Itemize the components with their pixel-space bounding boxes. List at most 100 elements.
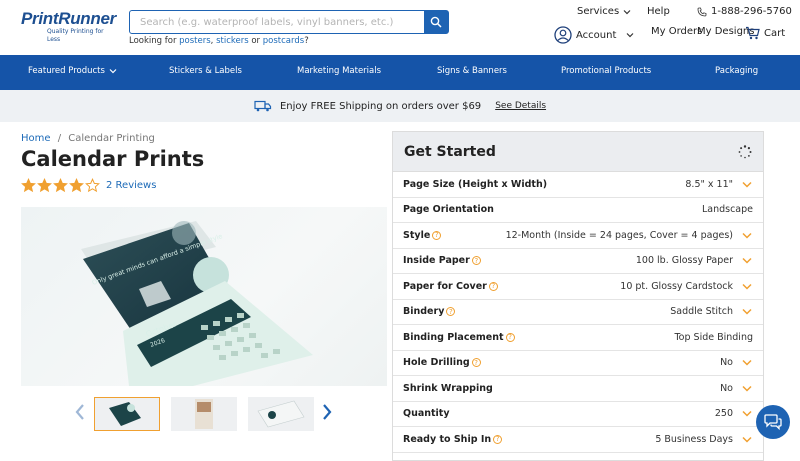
dropdown-chevron[interactable] [741, 308, 753, 315]
option-value[interactable]: No [720, 357, 733, 368]
search-suggestions: Looking for posters, stickers or postcar… [129, 36, 309, 46]
chevron-down-icon [742, 309, 752, 315]
breadcrumb-current: Calendar Printing [68, 133, 155, 144]
chevron-down-icon [742, 436, 752, 443]
suggestion-posters[interactable]: posters [179, 36, 211, 46]
option-row[interactable]: Inside Paper? 100 lb. Glossy Paper [393, 249, 763, 274]
chat-button[interactable] [756, 405, 790, 439]
breadcrumb: Home / Calendar Printing [21, 133, 155, 144]
help-icon[interactable]: ? [488, 281, 498, 291]
option-label: Hole Drilling? [403, 357, 481, 368]
search-bar [129, 10, 449, 34]
option-row: Page Orientation Landscape [393, 198, 763, 223]
option-row[interactable]: Quantity 250 [393, 402, 763, 427]
help-icon[interactable]: ? [493, 434, 503, 444]
option-value[interactable]: 12-Month (Inside = 24 pages, Cover = 4 p… [506, 230, 733, 241]
help-icon[interactable]: ? [505, 332, 515, 342]
chevron-down-icon [742, 232, 752, 239]
option-value[interactable]: 8.5" x 11" [685, 179, 733, 190]
star-filled-icon [21, 178, 36, 193]
chevron-down-icon [742, 411, 752, 417]
option-value: Top Side Binding [674, 331, 753, 343]
services-menu[interactable]: Services [577, 6, 631, 17]
option-row[interactable]: Ready to Ship In? 5 Business Days [393, 427, 763, 453]
chevron-down-icon [742, 360, 752, 366]
option-row[interactable]: Bindery? Saddle Stitch [393, 300, 763, 325]
my-orders-link[interactable]: My Orders [651, 26, 702, 37]
option-value[interactable]: No [720, 383, 733, 394]
page-title: Calendar Prints [21, 147, 205, 171]
help-icon[interactable]: ? [432, 230, 442, 240]
dropdown-chevron[interactable] [741, 283, 753, 290]
cart-link[interactable]: Cart [745, 26, 785, 40]
chevron-down-icon [742, 181, 752, 188]
option-row[interactable]: Paper for Cover? 10 pt. Glossy Cardstock [393, 274, 763, 300]
nav-featured-products[interactable]: Featured Products [28, 66, 117, 76]
see-details-link[interactable]: See Details [495, 101, 546, 111]
dropdown-chevron[interactable] [741, 410, 753, 417]
dropdown-chevron[interactable] [741, 385, 753, 392]
thumbnail-3[interactable] [248, 397, 314, 431]
chevron-right-icon [323, 404, 332, 420]
help-icon[interactable]: ? [471, 256, 481, 266]
option-list: Page Size (Height x Width) 8.5" x 11" Page… [393, 172, 763, 453]
chevron-down-icon [742, 258, 752, 264]
thumbnail-2[interactable] [171, 397, 237, 431]
option-label: Page Size (Height x Width) [403, 178, 548, 190]
option-label: Paper for Cover? [403, 281, 498, 292]
reviews-link[interactable]: 2 Reviews [106, 180, 156, 191]
option-row[interactable]: Page Size (Height x Width) 8.5" x 11" [393, 172, 763, 198]
option-value[interactable]: Saddle Stitch [670, 306, 733, 317]
nav-signs-banners[interactable]: Signs & Banners [437, 66, 507, 76]
phone-link[interactable]: 1-888-296-5760 [697, 6, 792, 17]
shipping-promo-bar: Enjoy FREE Shipping on orders over $69 S… [0, 90, 800, 122]
option-label: Quantity [403, 408, 450, 420]
option-value[interactable]: 250 [715, 408, 733, 419]
truck-icon [254, 100, 272, 112]
configurator-title: Get Started [404, 143, 496, 160]
nav-promotional-products[interactable]: Promotional Products [561, 66, 651, 76]
option-row[interactable]: Style? 12-Month (Inside = 24 pages, Cover… [393, 223, 763, 249]
breadcrumb-home[interactable]: Home [21, 133, 51, 144]
suggestion-postcards[interactable]: postcards [263, 36, 304, 46]
site-header: PrintRunner Quality Printing for Less Lo… [0, 0, 800, 55]
chat-icon [764, 414, 782, 431]
dropdown-chevron[interactable] [741, 359, 753, 366]
chevron-down-icon [742, 283, 752, 290]
option-value[interactable]: 5 Business Days [655, 434, 733, 445]
help-icon[interactable]: ? [446, 307, 456, 317]
chevron-down-icon [623, 9, 631, 14]
star-filled-icon [69, 178, 84, 193]
option-value[interactable]: 100 lb. Glossy Paper [636, 255, 733, 266]
option-value[interactable]: 10 pt. Glossy Cardstock [620, 281, 733, 292]
main-nav: Featured Products Stickers & Labels Mark… [0, 55, 800, 90]
account-menu[interactable]: Account [554, 26, 634, 44]
star-filled-icon [53, 178, 68, 193]
search-input[interactable] [130, 11, 424, 33]
nav-stickers-labels[interactable]: Stickers & Labels [169, 66, 242, 76]
search-button[interactable] [424, 11, 448, 33]
help-icon[interactable]: ? [471, 358, 481, 368]
nav-marketing-materials[interactable]: Marketing Materials [297, 66, 381, 76]
chevron-down-icon [626, 33, 634, 38]
dropdown-chevron[interactable] [741, 257, 753, 264]
chevron-down-icon [109, 69, 117, 74]
option-row[interactable]: Hole Drilling? No [393, 351, 763, 376]
dropdown-chevron[interactable] [741, 232, 753, 239]
star-empty-icon [85, 178, 100, 193]
help-link[interactable]: Help [647, 6, 670, 17]
thumb-next-button[interactable] [322, 404, 332, 425]
phone-icon [697, 7, 707, 16]
option-label: Page Orientation [403, 204, 494, 216]
option-label: Style? [403, 230, 442, 241]
nav-packaging[interactable]: Packaging [715, 66, 758, 76]
thumbnail-1[interactable] [94, 397, 160, 431]
printrunner-logo[interactable]: PrintRunner Quality Printing for Less [21, 9, 116, 44]
dropdown-chevron[interactable] [741, 181, 753, 188]
option-row[interactable]: Shrink Wrapping No [393, 376, 763, 402]
suggestion-stickers[interactable]: stickers [216, 36, 249, 46]
logo-text: PrintRunner [21, 9, 116, 28]
option-value: Landscape [701, 204, 753, 216]
dropdown-chevron[interactable] [741, 436, 753, 443]
option-label: Ready to Ship In? [403, 434, 503, 445]
